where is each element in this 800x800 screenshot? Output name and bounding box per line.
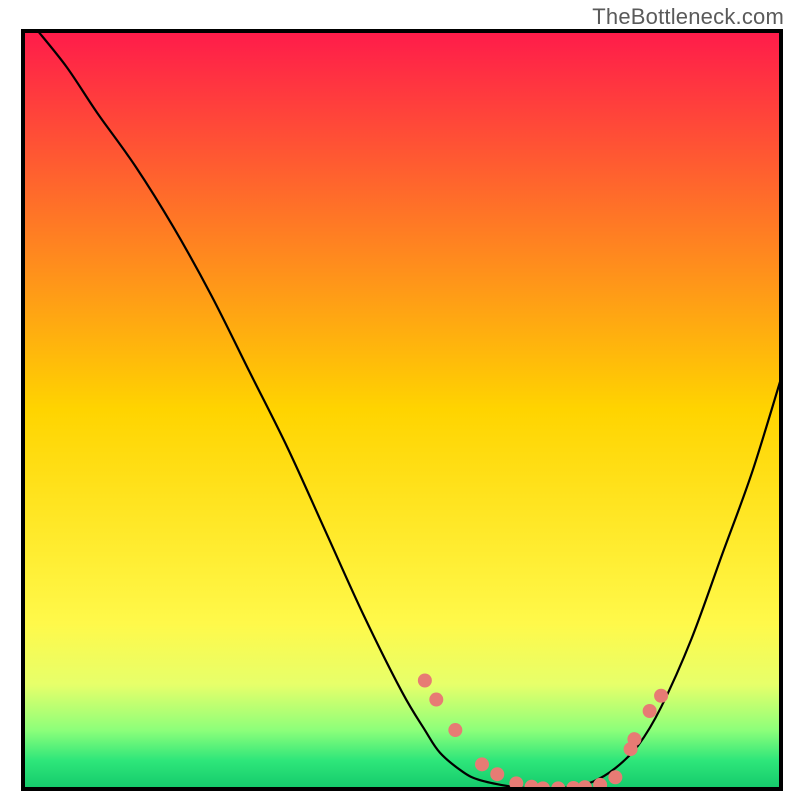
curve-marker [490,767,504,781]
watermark-text: TheBottleneck.com [592,4,784,30]
curve-marker [475,757,489,771]
curve-marker [608,770,622,784]
curve-marker [448,723,462,737]
plot-svg [21,29,783,791]
curve-marker [654,689,668,703]
curve-marker [643,704,657,718]
bottleneck-plot-area [21,29,783,791]
curve-marker [627,732,641,746]
plot-background [21,29,783,791]
curve-marker [418,674,432,688]
curve-marker [429,693,443,707]
